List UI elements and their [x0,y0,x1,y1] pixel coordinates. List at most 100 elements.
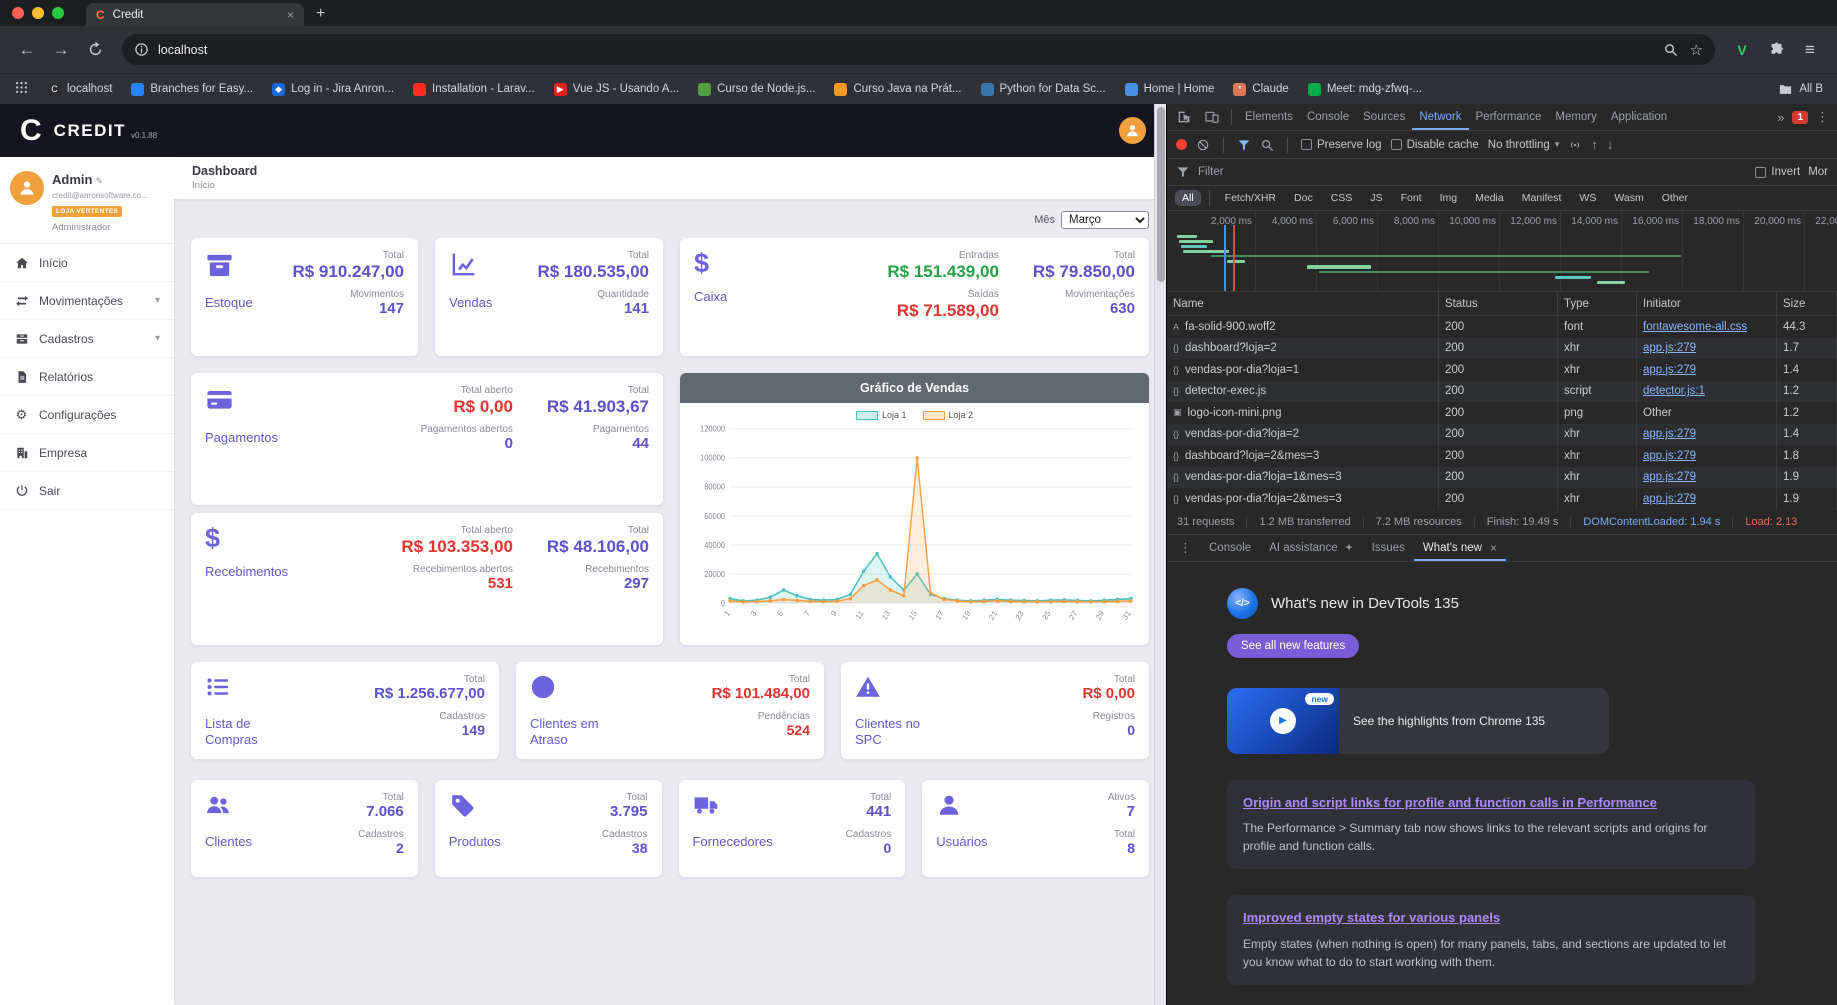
video-thumbnail[interactable]: ▶ new [1227,687,1339,754]
maximize-window-button[interactable] [52,7,64,19]
browser-menu-icon[interactable]: ≡ [1795,35,1825,65]
bookmark-item[interactable]: Meet: mdg-zfwq-... [1307,82,1422,96]
address-bar[interactable]: localhost ☆ [122,34,1715,65]
sidebar-item-relato-rios[interactable]: Relatórios [0,358,174,396]
minimize-window-button[interactable] [32,7,44,19]
devtools-tab-elements[interactable]: Elements [1238,104,1300,130]
disable-cache-checkbox[interactable]: Disable cache [1390,139,1479,151]
filter-pill-media[interactable]: Media [1468,190,1511,206]
extensions-icon[interactable] [1761,35,1791,65]
bookmark-item[interactable]: Clocalhost [48,82,112,96]
drawer-tab-ai-assistance[interactable]: AI assistance [1260,535,1362,561]
sidebar-item-sair[interactable]: Sair [0,472,174,510]
device-toolbar-icon[interactable] [1199,106,1225,128]
network-request-row[interactable]: {} dashboard?loja=2&mes=3 200 xhr app.js:279… [1167,445,1837,467]
bookmark-item[interactable]: Branches for Easy... [131,82,253,96]
network-request-row[interactable]: {} vendas-por-dia?loja=1&mes=3 200 xhr app.j… [1167,466,1837,488]
sidebar-item-empresa[interactable]: Empresa [0,434,174,472]
card-clientes[interactable]: Clientes Total 7.066 Cadastros 2 [191,780,418,877]
card-usuarios[interactable]: Usuários Ativos 7 Total 8 [922,780,1149,877]
card-caixa[interactable]: $ Caixa Entradas R$ 151.439,00 Saídas R$… [680,238,1149,356]
bookmark-item[interactable]: ▶ Vue JS - Usando A... [553,82,679,96]
devtools-tab-memory[interactable]: Memory [1548,104,1604,130]
network-timeline[interactable]: 2,000 ms 4,000 ms 6,000 ms 8,000 ms 10,000 m… [1167,211,1837,292]
network-request-row[interactable]: {} vendas-por-dia?loja=2 200 xhr app.js:279 1… [1167,423,1837,445]
scrollbar-thumb[interactable] [1156,107,1165,282]
network-request-row[interactable]: Afa-solid-900.woff2 200 font fontawesome-al… [1167,316,1837,338]
filter-icon[interactable] [1237,138,1251,152]
devtools-tab-performance[interactable]: Performance [1469,104,1549,130]
avatar[interactable] [10,171,44,205]
bookmark-star-icon[interactable]: ☆ [1690,41,1703,59]
card-estoque[interactable]: Estoque Total R$ 910.247,00 Movimentos 1… [191,238,418,356]
sidebar-item-movimentac-o-es[interactable]: Movimentações ▾ [0,282,174,320]
inspect-element-icon[interactable] [1171,106,1197,128]
bookmark-item[interactable]: Curso Java na Prát... [834,82,962,96]
apps-grid-icon[interactable] [14,80,29,98]
more-filters-button[interactable]: Mor [1808,166,1828,178]
filter-input[interactable]: Filter [1198,166,1747,178]
filter-pill-fetch-xhr[interactable]: Fetch/XHR [1218,190,1283,206]
column-type[interactable]: Type [1558,292,1637,315]
more-tabs-icon[interactable]: » [1777,110,1784,125]
edit-profile-icon[interactable]: ✎ [95,176,103,186]
request-initiator[interactable]: fontawesome-all.css [1643,321,1747,333]
filter-pill-doc[interactable]: Doc [1287,190,1320,206]
preserve-log-checkbox[interactable]: Preserve log [1301,139,1382,151]
play-icon[interactable]: ▶ [1270,707,1296,734]
network-request-row[interactable]: {} dashboard?loja=2 200 xhr app.js:279 1.7 [1167,337,1837,359]
window-controls[interactable] [12,7,64,19]
card-produtos[interactable]: Produtos Total 3.795 Cadastros 38 [434,780,662,877]
devtools-tab-console[interactable]: Console [1300,104,1356,130]
devtools-tab-application[interactable]: Application [1604,104,1674,130]
sidebar-item-ini-cio[interactable]: Início [0,244,174,282]
search-icon[interactable] [1663,42,1678,57]
request-initiator[interactable]: detector.js:1 [1643,385,1705,397]
column-initiator[interactable]: Initiator [1637,292,1777,315]
new-tab-button[interactable]: + [316,5,325,23]
back-button[interactable]: ← [12,35,42,65]
reload-button[interactable] [80,35,110,65]
export-har-icon[interactable]: ↓ [1607,138,1614,151]
whatsnew-section-link[interactable]: Origin and script links for profile and … [1243,794,1739,812]
close-window-button[interactable] [12,7,24,19]
request-initiator[interactable]: app.js:279 [1643,471,1696,483]
whatsnew-section-link[interactable]: Improved empty states for various panels [1243,909,1739,927]
card-clientes-spc[interactable]: Clientes no SPC Total R$ 0,00 Registros … [841,662,1149,759]
filter-pill-img[interactable]: Img [1433,190,1465,206]
bookmark-item[interactable]: Python for Data Sc... [980,82,1106,96]
bookmark-item[interactable]: * Claude [1233,82,1289,96]
card-lista-compras[interactable]: Lista de Compras Total R$ 1.256.677,00 C… [191,662,499,759]
card-recebimentos[interactable]: $ Recebimentos Total aberto R$ 103.353,0… [191,513,663,645]
filter-pill-all[interactable]: All [1175,190,1201,206]
devtools-menu-icon[interactable]: ⋮ [1816,109,1829,125]
devtools-tab-network[interactable]: Network [1412,104,1468,130]
header-avatar[interactable] [1119,117,1146,144]
request-initiator[interactable]: app.js:279 [1643,342,1696,354]
card-fornecedores[interactable]: Fornecedores Total 441 Cadastros 0 [678,780,906,877]
column-size[interactable]: Size [1777,292,1837,315]
bookmark-item[interactable]: Curso de Node.js... [698,82,815,96]
clear-network-icon[interactable] [1196,138,1210,152]
filter-pill-other[interactable]: Other [1655,190,1695,206]
sidebar-item-cadastros[interactable]: Cadastros ▾ [0,320,174,358]
card-vendas[interactable]: Vendas Total R$ 180.535,00 Quantidade 14… [435,238,663,356]
filter-pill-ws[interactable]: WS [1572,190,1603,206]
filter-pill-font[interactable]: Font [1394,190,1429,206]
bookmark-item[interactable]: ◆ Log in - Jira Anron... [272,82,394,96]
record-network-icon[interactable] [1176,139,1187,150]
error-count-badge[interactable]: 1 [1792,110,1808,124]
filter-pill-css[interactable]: CSS [1324,190,1360,206]
request-initiator[interactable]: app.js:279 [1643,450,1696,462]
filter-pill-manifest[interactable]: Manifest [1515,190,1569,206]
chrome-highlights-card[interactable]: ▶ new See the highlights from Chrome 135 [1227,687,1609,754]
see-all-features-button[interactable]: See all new features [1227,633,1360,658]
throttling-dropdown[interactable]: No throttling ▾ [1488,139,1560,151]
drawer-tab-console[interactable]: Console [1200,535,1260,561]
page-scrollbar[interactable] [1154,104,1166,1005]
filter-pill-js[interactable]: JS [1363,190,1389,206]
network-conditions-icon[interactable] [1568,138,1582,152]
bookmark-item[interactable]: Home | Home [1124,82,1214,96]
invert-checkbox[interactable]: Invert [1755,166,1800,178]
drawer-tab-what-s-new[interactable]: What's new × [1414,535,1506,561]
